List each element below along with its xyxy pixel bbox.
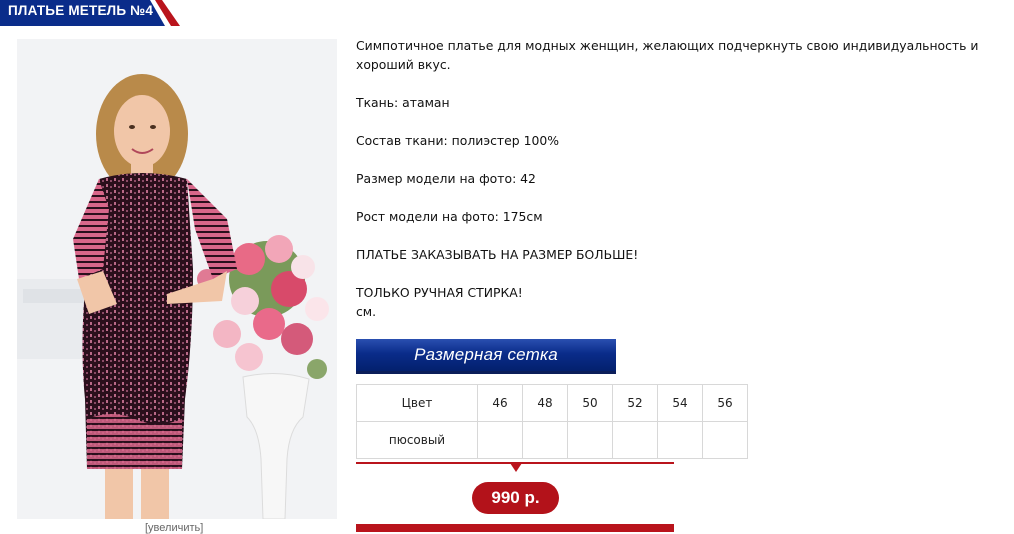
description-line-intro: Симпотичное платье для модных женщин, же… [356,38,979,72]
size-header-54: 54 [657,384,703,422]
description-line-composition: Состав ткани: полиэстер 100% [356,133,559,148]
size-table-row: пюсовый [356,421,748,459]
size-table-header-row: Цвет 46 48 50 52 54 56 [356,384,748,422]
description-line-fabric: Ткань: атаман [356,95,450,110]
triangle-down-icon [510,463,522,472]
description-line-model-size: Размер модели на фото: 42 [356,171,536,186]
size-cell-46[interactable] [477,421,523,459]
size-cell-54[interactable] [657,421,703,459]
description-line-units: см. [356,304,377,319]
size-header-48: 48 [522,384,568,422]
product-title-ribbon: ПЛАТЬЕ МЕТЕЛЬ №4 [0,0,185,26]
product-photo[interactable] [17,39,337,519]
size-cell-56[interactable] [702,421,748,459]
size-table-color-cell: пюсовый [356,421,478,459]
size-header-46: 46 [477,384,523,422]
size-header-52: 52 [612,384,658,422]
size-cell-48[interactable] [522,421,568,459]
size-header-56: 56 [702,384,748,422]
size-header-50: 50 [567,384,613,422]
size-cell-50[interactable] [567,421,613,459]
size-grid-button-label: Размерная сетка [414,345,558,364]
description-line-wash-note: ТОЛЬКО РУЧНАЯ СТИРКА! [356,285,523,300]
size-table: Цвет 46 48 50 52 54 56 пюсовый [356,384,748,459]
size-cell-52[interactable] [612,421,658,459]
product-title: ПЛАТЬЕ МЕТЕЛЬ №4 [8,3,154,18]
size-grid-button[interactable]: Размерная сетка [356,339,616,374]
order-button[interactable] [356,524,674,532]
size-table-color-header: Цвет [356,384,478,422]
description-line-model-height: Рост модели на фото: 175см [356,209,543,224]
description-line-order-note: ПЛАТЬЕ ЗАКАЗЫВАТЬ НА РАЗМЕР БОЛЬШЕ! [356,247,639,262]
price-badge: 990 р. [472,482,559,514]
enlarge-photo-link[interactable]: [увеличить] [145,522,203,534]
product-description: Симпотичное платье для модных женщин, же… [356,36,1008,321]
